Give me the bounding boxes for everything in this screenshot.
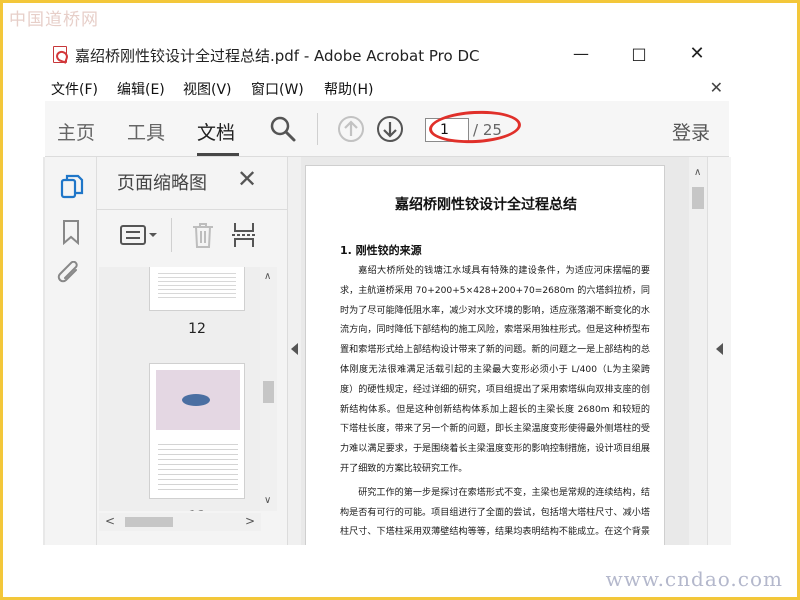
- delete-page-icon[interactable]: [191, 221, 215, 249]
- expand-right-panel-icon[interactable]: [716, 343, 723, 355]
- panel-tool-separator: [171, 218, 172, 252]
- acrobat-window: 嘉绍桥刚性铰设计全过程总结.pdf - Adobe Acrobat Pro DC…: [43, 33, 731, 545]
- menu-edit[interactable]: 编辑(E): [117, 79, 165, 99]
- watermark-top: 中国道桥网: [9, 10, 99, 30]
- insert-page-icon[interactable]: [231, 221, 257, 249]
- screenshot-frame: 中国道桥网 www.cndao.com 嘉绍桥刚性铰设计全过程总结.pdf - …: [0, 0, 800, 600]
- attachment-icon[interactable]: [57, 261, 83, 289]
- thumbnail-toolbar: [97, 209, 287, 259]
- menu-window[interactable]: 窗口(W): [251, 79, 304, 99]
- maximize-button[interactable]: □: [625, 41, 653, 67]
- tab-home[interactable]: 主页: [57, 118, 95, 145]
- scrollbar-thumb[interactable]: [692, 187, 704, 209]
- content-area: 页面缩略图 ✕ 12 ∧ ∨ < > 嘉绍桥刚性铰设计全过程总结 1. 刚性铰的…: [43, 157, 731, 545]
- menu-help[interactable]: 帮助(H): [324, 79, 373, 99]
- search-icon[interactable]: [269, 115, 297, 143]
- thumbnail-text-lines: [158, 440, 238, 494]
- scroll-down-icon[interactable]: ∨: [264, 495, 271, 506]
- left-navigation-rail: [45, 157, 97, 545]
- menu-file[interactable]: 文件(F): [51, 79, 98, 99]
- pdf-page: 嘉绍桥刚性铰设计全过程总结 1. 刚性铰的来源 嘉绍大桥所处的钱塘江水域具有特殊…: [305, 165, 665, 545]
- document-body: 嘉绍大桥所处的钱塘江水域具有特殊的建设条件，为适应河床摆幅的要求，主航道桥采用 …: [340, 262, 650, 545]
- options-menu-icon[interactable]: [119, 224, 157, 246]
- panel-splitter[interactable]: [287, 157, 301, 545]
- main-toolbar: 主页 工具 文档 / 25 登录: [45, 101, 729, 157]
- thumbnail-page-13[interactable]: [149, 363, 245, 499]
- section-heading: 1. 刚性铰的来源: [340, 244, 422, 257]
- thumbnail-page-12[interactable]: [149, 267, 245, 311]
- paragraph: 嘉绍大桥所处的钱塘江水域具有特殊的建设条件，为适应河床摆幅的要求，主航道桥采用 …: [340, 266, 651, 474]
- page-thumbnails-icon[interactable]: [59, 173, 85, 201]
- thumbnail-photo-object: [182, 394, 210, 406]
- paragraph: 研究工作的第一步是探讨在索塔形式不变，主梁也是常规的连续结构，结构是否有可行的可…: [340, 487, 650, 538]
- tab-document[interactable]: 文档: [197, 118, 235, 145]
- tab-tools[interactable]: 工具: [127, 118, 165, 145]
- watermark-bottom: www.cndao.com: [605, 567, 783, 591]
- thumbnail-label-13: 13: [99, 509, 265, 511]
- right-tools-rail: [707, 157, 731, 545]
- next-page-icon[interactable]: [376, 115, 404, 143]
- window-title: 嘉绍桥刚性铰设计全过程总结.pdf - Adobe Acrobat Pro DC: [75, 47, 480, 65]
- document-view: 嘉绍桥刚性铰设计全过程总结 1. 刚性铰的来源 嘉绍大桥所处的钱塘江水域具有特殊…: [301, 157, 689, 545]
- bookmark-icon[interactable]: [61, 219, 81, 245]
- document-vertical-scrollbar[interactable]: ∧: [689, 157, 707, 545]
- menu-view[interactable]: 视图(V): [183, 79, 232, 99]
- scroll-up-icon[interactable]: ∧: [264, 271, 271, 282]
- login-button[interactable]: 登录: [672, 118, 710, 145]
- scroll-up-icon[interactable]: ∧: [694, 167, 701, 178]
- previous-page-icon[interactable]: [337, 115, 365, 143]
- menu-bar: 文件(F) 编辑(E) 视图(V) 窗口(W) 帮助(H) ✕: [43, 75, 731, 101]
- scrollbar-thumb[interactable]: [263, 381, 274, 403]
- title-bar: 嘉绍桥刚性铰设计全过程总结.pdf - Adobe Acrobat Pro DC…: [43, 33, 731, 75]
- collapse-left-panel-icon[interactable]: [291, 343, 298, 355]
- thumbnail-label-12: 12: [188, 321, 206, 337]
- toolbar-separator: [317, 113, 318, 145]
- thumbnail-text-lines: [158, 270, 236, 300]
- minimize-button[interactable]: —: [567, 41, 595, 67]
- thumbnail-horizontal-scrollbar[interactable]: < >: [99, 513, 261, 531]
- pdf-file-icon: [53, 46, 67, 63]
- scroll-right-icon[interactable]: >: [245, 514, 255, 528]
- thumbnail-vertical-scrollbar[interactable]: ∧ ∨: [260, 267, 277, 511]
- panel-title: 页面缩略图: [117, 173, 207, 194]
- close-document-icon[interactable]: ✕: [710, 78, 723, 97]
- close-panel-icon[interactable]: ✕: [237, 165, 257, 193]
- thumbnail-panel: 页面缩略图 ✕ 12 ∧ ∨ < >: [97, 157, 287, 545]
- scrollbar-thumb[interactable]: [125, 517, 173, 527]
- red-annotation-ellipse: [428, 108, 522, 146]
- scroll-left-icon[interactable]: <: [105, 514, 115, 528]
- document-title: 嘉绍桥刚性铰设计全过程总结: [395, 197, 577, 213]
- thumbnail-list: 12 13: [99, 267, 265, 511]
- active-tab-indicator: [197, 153, 239, 156]
- close-window-button[interactable]: ✕: [683, 41, 711, 67]
